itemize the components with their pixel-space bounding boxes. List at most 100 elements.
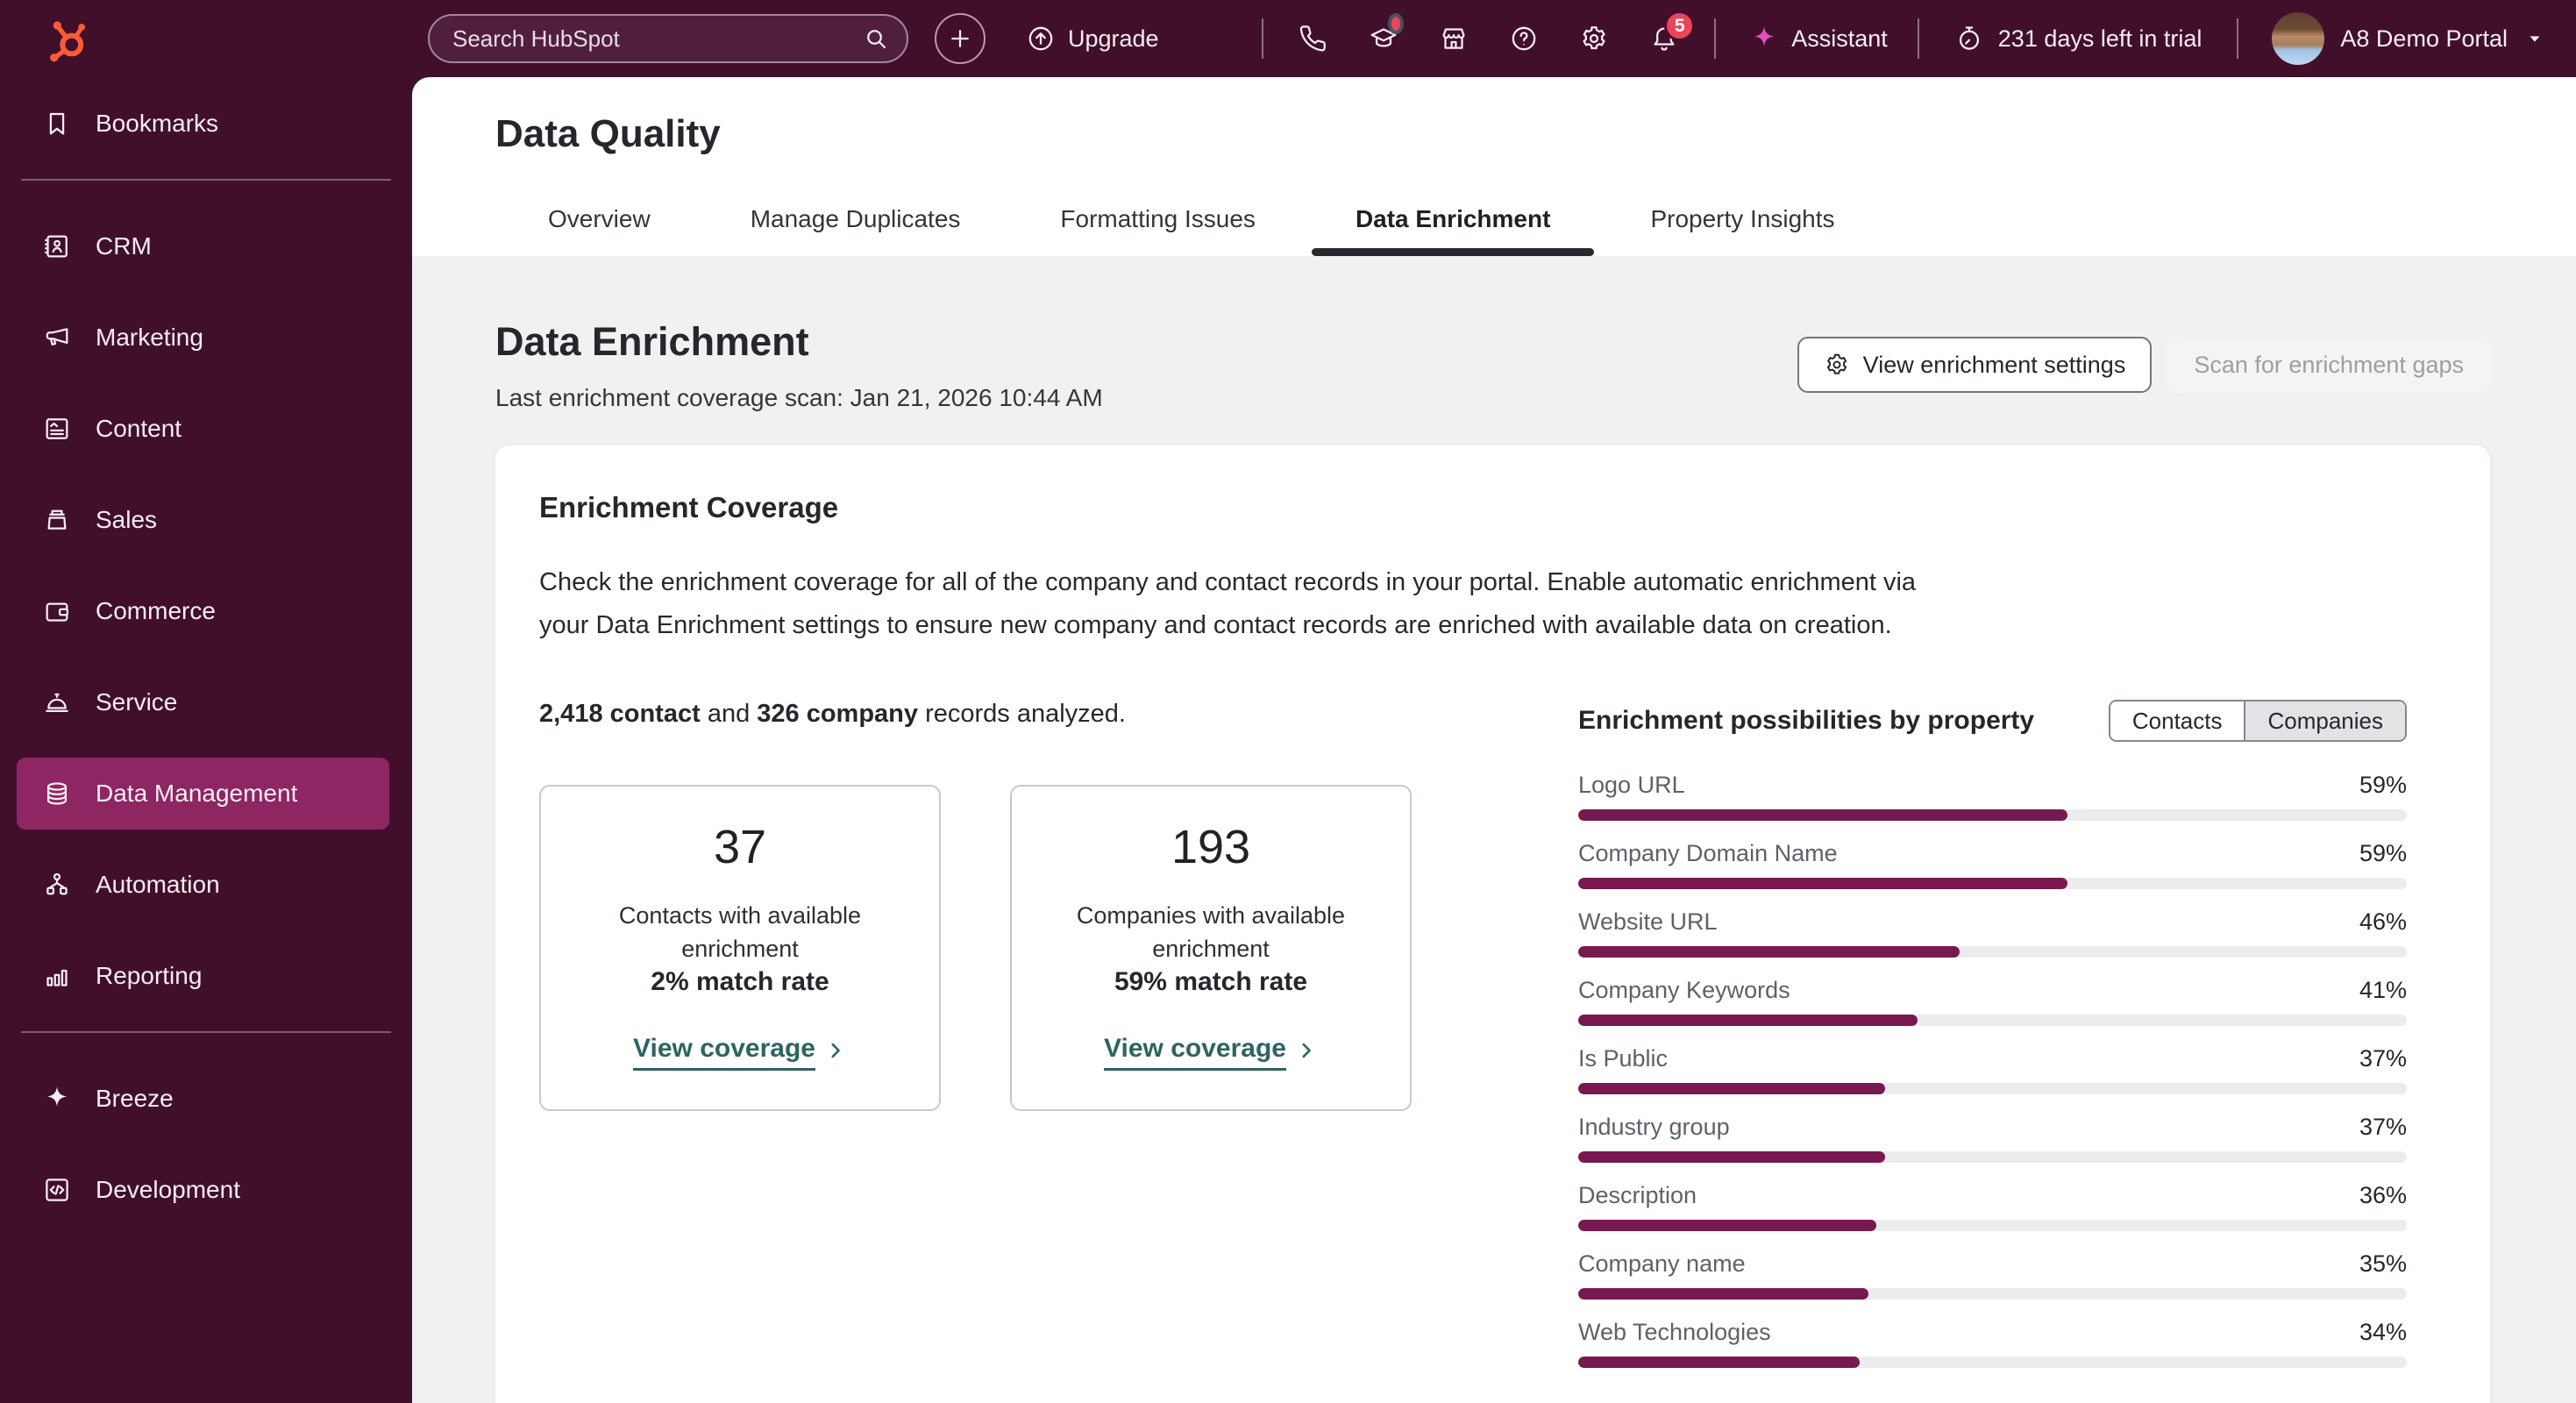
tab-data-enrichment[interactable]: Data Enrichment	[1312, 205, 1594, 256]
coverage-description: Check the enrichment coverage for all of…	[539, 568, 1917, 639]
stat-card: 37 Contacts with available enrichment 2%…	[539, 785, 941, 1111]
search-input[interactable]	[451, 24, 863, 53]
tab-property-insights[interactable]: Property Insights	[1650, 205, 1834, 256]
view-enrichment-settings-button[interactable]: View enrichment settings	[1797, 337, 2153, 393]
tab-overview[interactable]: Overview	[548, 205, 651, 256]
sidebar-item-label: Automation	[96, 871, 220, 898]
sidebar-item-label: Bookmarks	[96, 110, 219, 137]
sidebar-item-breeze[interactable]: Breeze	[17, 1063, 389, 1135]
property-progress-track	[1578, 1220, 2407, 1231]
coverage-columns: 2,418 contact and 326 company records an…	[539, 700, 2407, 1387]
sidebar-item-sales[interactable]: Sales	[17, 484, 389, 556]
sidebar-item-commerce[interactable]: Commerce	[17, 575, 389, 647]
sidebar-item-crm[interactable]: CRM	[17, 210, 389, 282]
stat-cards: 37 Contacts with available enrichment 2%…	[539, 785, 1416, 1111]
topbar-divider	[1262, 18, 1264, 59]
stopwatch-icon	[1954, 24, 1984, 53]
help-button[interactable]	[1509, 24, 1539, 53]
property-percentage: 41%	[2359, 977, 2407, 1003]
property-row: Industry group 37%	[1578, 1114, 2407, 1163]
gear-icon	[1579, 24, 1609, 53]
sidebar-divider	[21, 1031, 391, 1033]
topbar-right-cluster: 5 Assistant 231 days left in trial A8 De…	[1221, 11, 2546, 65]
property-progress-track	[1578, 1083, 2407, 1094]
wallet-icon	[42, 596, 72, 626]
sidebar-item-label: Service	[96, 688, 178, 716]
property-row: Web Technologies 34%	[1578, 1319, 2407, 1368]
property-progress-track	[1578, 946, 2407, 958]
sidebar-item-service[interactable]: Service	[17, 666, 389, 738]
property-percentage: 36%	[2359, 1182, 2407, 1208]
assistant-button[interactable]: Assistant	[1749, 24, 1888, 53]
calling-button[interactable]	[1299, 24, 1328, 53]
section-title: Data Enrichment	[495, 319, 809, 364]
sidebar-item-label: Marketing	[96, 324, 203, 351]
assistant-label: Assistant	[1791, 25, 1888, 52]
storefront-icon	[1439, 24, 1469, 53]
property-row: Company Keywords 41%	[1578, 977, 2407, 1026]
sidebar-item-automation[interactable]: Automation	[17, 849, 389, 921]
database-icon	[42, 779, 72, 808]
property-progress-fill	[1578, 1151, 1885, 1163]
possibilities-title: Enrichment possibilities by property	[1578, 706, 2035, 735]
sidebar-item-data-management[interactable]: Data Management	[17, 758, 389, 830]
tab-formatting-issues[interactable]: Formatting Issues	[1060, 205, 1256, 256]
tab-label: Manage Duplicates	[750, 205, 961, 232]
property-progress-track	[1578, 878, 2407, 889]
property-progress-fill	[1578, 946, 1960, 958]
possibilities-header: Enrichment possibilities by property Con…	[1578, 700, 2407, 742]
sidebar-item-reporting[interactable]: Reporting	[17, 940, 389, 1012]
sidebar-item-marketing[interactable]: Marketing	[17, 302, 389, 374]
section-header-left: Data Enrichment Last enrichment coverage…	[495, 319, 1103, 412]
property-progress-fill	[1578, 1288, 1868, 1300]
toggle-option-companies[interactable]: Companies	[2244, 702, 2405, 740]
property-progress-fill	[1578, 1083, 1885, 1094]
match-rate: 2% match rate	[651, 967, 829, 996]
sidebar-item-label: Development	[96, 1176, 240, 1203]
property-progress-fill	[1578, 809, 2067, 821]
tab-manage-duplicates[interactable]: Manage Duplicates	[751, 205, 961, 256]
stat-value: 193	[1171, 821, 1251, 873]
marketplace-button[interactable]	[1439, 24, 1469, 53]
last-scan-text: Last enrichment coverage scan: Jan 21, 2…	[495, 384, 1103, 411]
coverage-title: Enrichment Coverage	[539, 491, 839, 523]
question-circle-icon	[1509, 24, 1539, 53]
sparkle-icon	[42, 1084, 72, 1114]
academy-button[interactable]	[1369, 13, 1405, 53]
property-label: Company Keywords	[1578, 977, 1790, 1003]
property-label: Website URL	[1578, 908, 1718, 935]
view-coverage-link[interactable]: View coverage	[633, 1034, 847, 1071]
property-progress-track	[1578, 809, 2407, 821]
sidebar-item-development[interactable]: Development	[17, 1154, 389, 1226]
property-row: Logo URL 59%	[1578, 772, 2407, 821]
section-header: Data Enrichment Last enrichment coverage…	[495, 319, 2490, 412]
tab-label: Data Enrichment	[1355, 205, 1551, 232]
toggle-option-contacts[interactable]: Contacts	[2110, 702, 2245, 740]
hubspot-logo[interactable]	[40, 13, 91, 64]
property-label: Industry group	[1578, 1114, 1730, 1140]
page-title: Data Quality	[495, 112, 721, 155]
notifications-button[interactable]: 5	[1649, 11, 1696, 53]
account-menu[interactable]: A8 Demo Portal	[2272, 12, 2546, 65]
possibilities-panel: Enrichment possibilities by property Con…	[1578, 700, 2407, 1387]
search-icon[interactable]	[863, 25, 889, 52]
notification-count-badge: 5	[1664, 11, 1696, 41]
view-coverage-link[interactable]: View coverage	[1104, 1034, 1318, 1071]
property-progress-fill	[1578, 878, 2067, 889]
trial-status[interactable]: 231 days left in trial	[1954, 24, 2202, 53]
property-list: Logo URL 59% Company Domain Name 59% Web…	[1578, 772, 2407, 1368]
property-progress-track	[1578, 1151, 2407, 1163]
create-button[interactable]	[935, 13, 986, 64]
upgrade-button[interactable]: Upgrade	[1026, 24, 1159, 53]
tab-label: Overview	[548, 205, 651, 232]
sidebar-item-label: CRM	[96, 232, 152, 260]
scan-for-enrichment-gaps-button[interactable]: Scan for enrichment gaps	[2167, 337, 2490, 393]
global-search[interactable]	[428, 14, 908, 63]
contacts-companies-toggle: Contacts Companies	[2108, 700, 2407, 742]
page-content: Data Enrichment Last enrichment coverage…	[412, 256, 2576, 1403]
sparkle-icon	[1749, 24, 1779, 53]
property-percentage: 34%	[2359, 1319, 2407, 1345]
settings-button[interactable]	[1579, 24, 1609, 53]
sidebar-item-bookmarks[interactable]: Bookmarks	[17, 88, 389, 160]
sidebar-item-content[interactable]: Content	[17, 393, 389, 465]
